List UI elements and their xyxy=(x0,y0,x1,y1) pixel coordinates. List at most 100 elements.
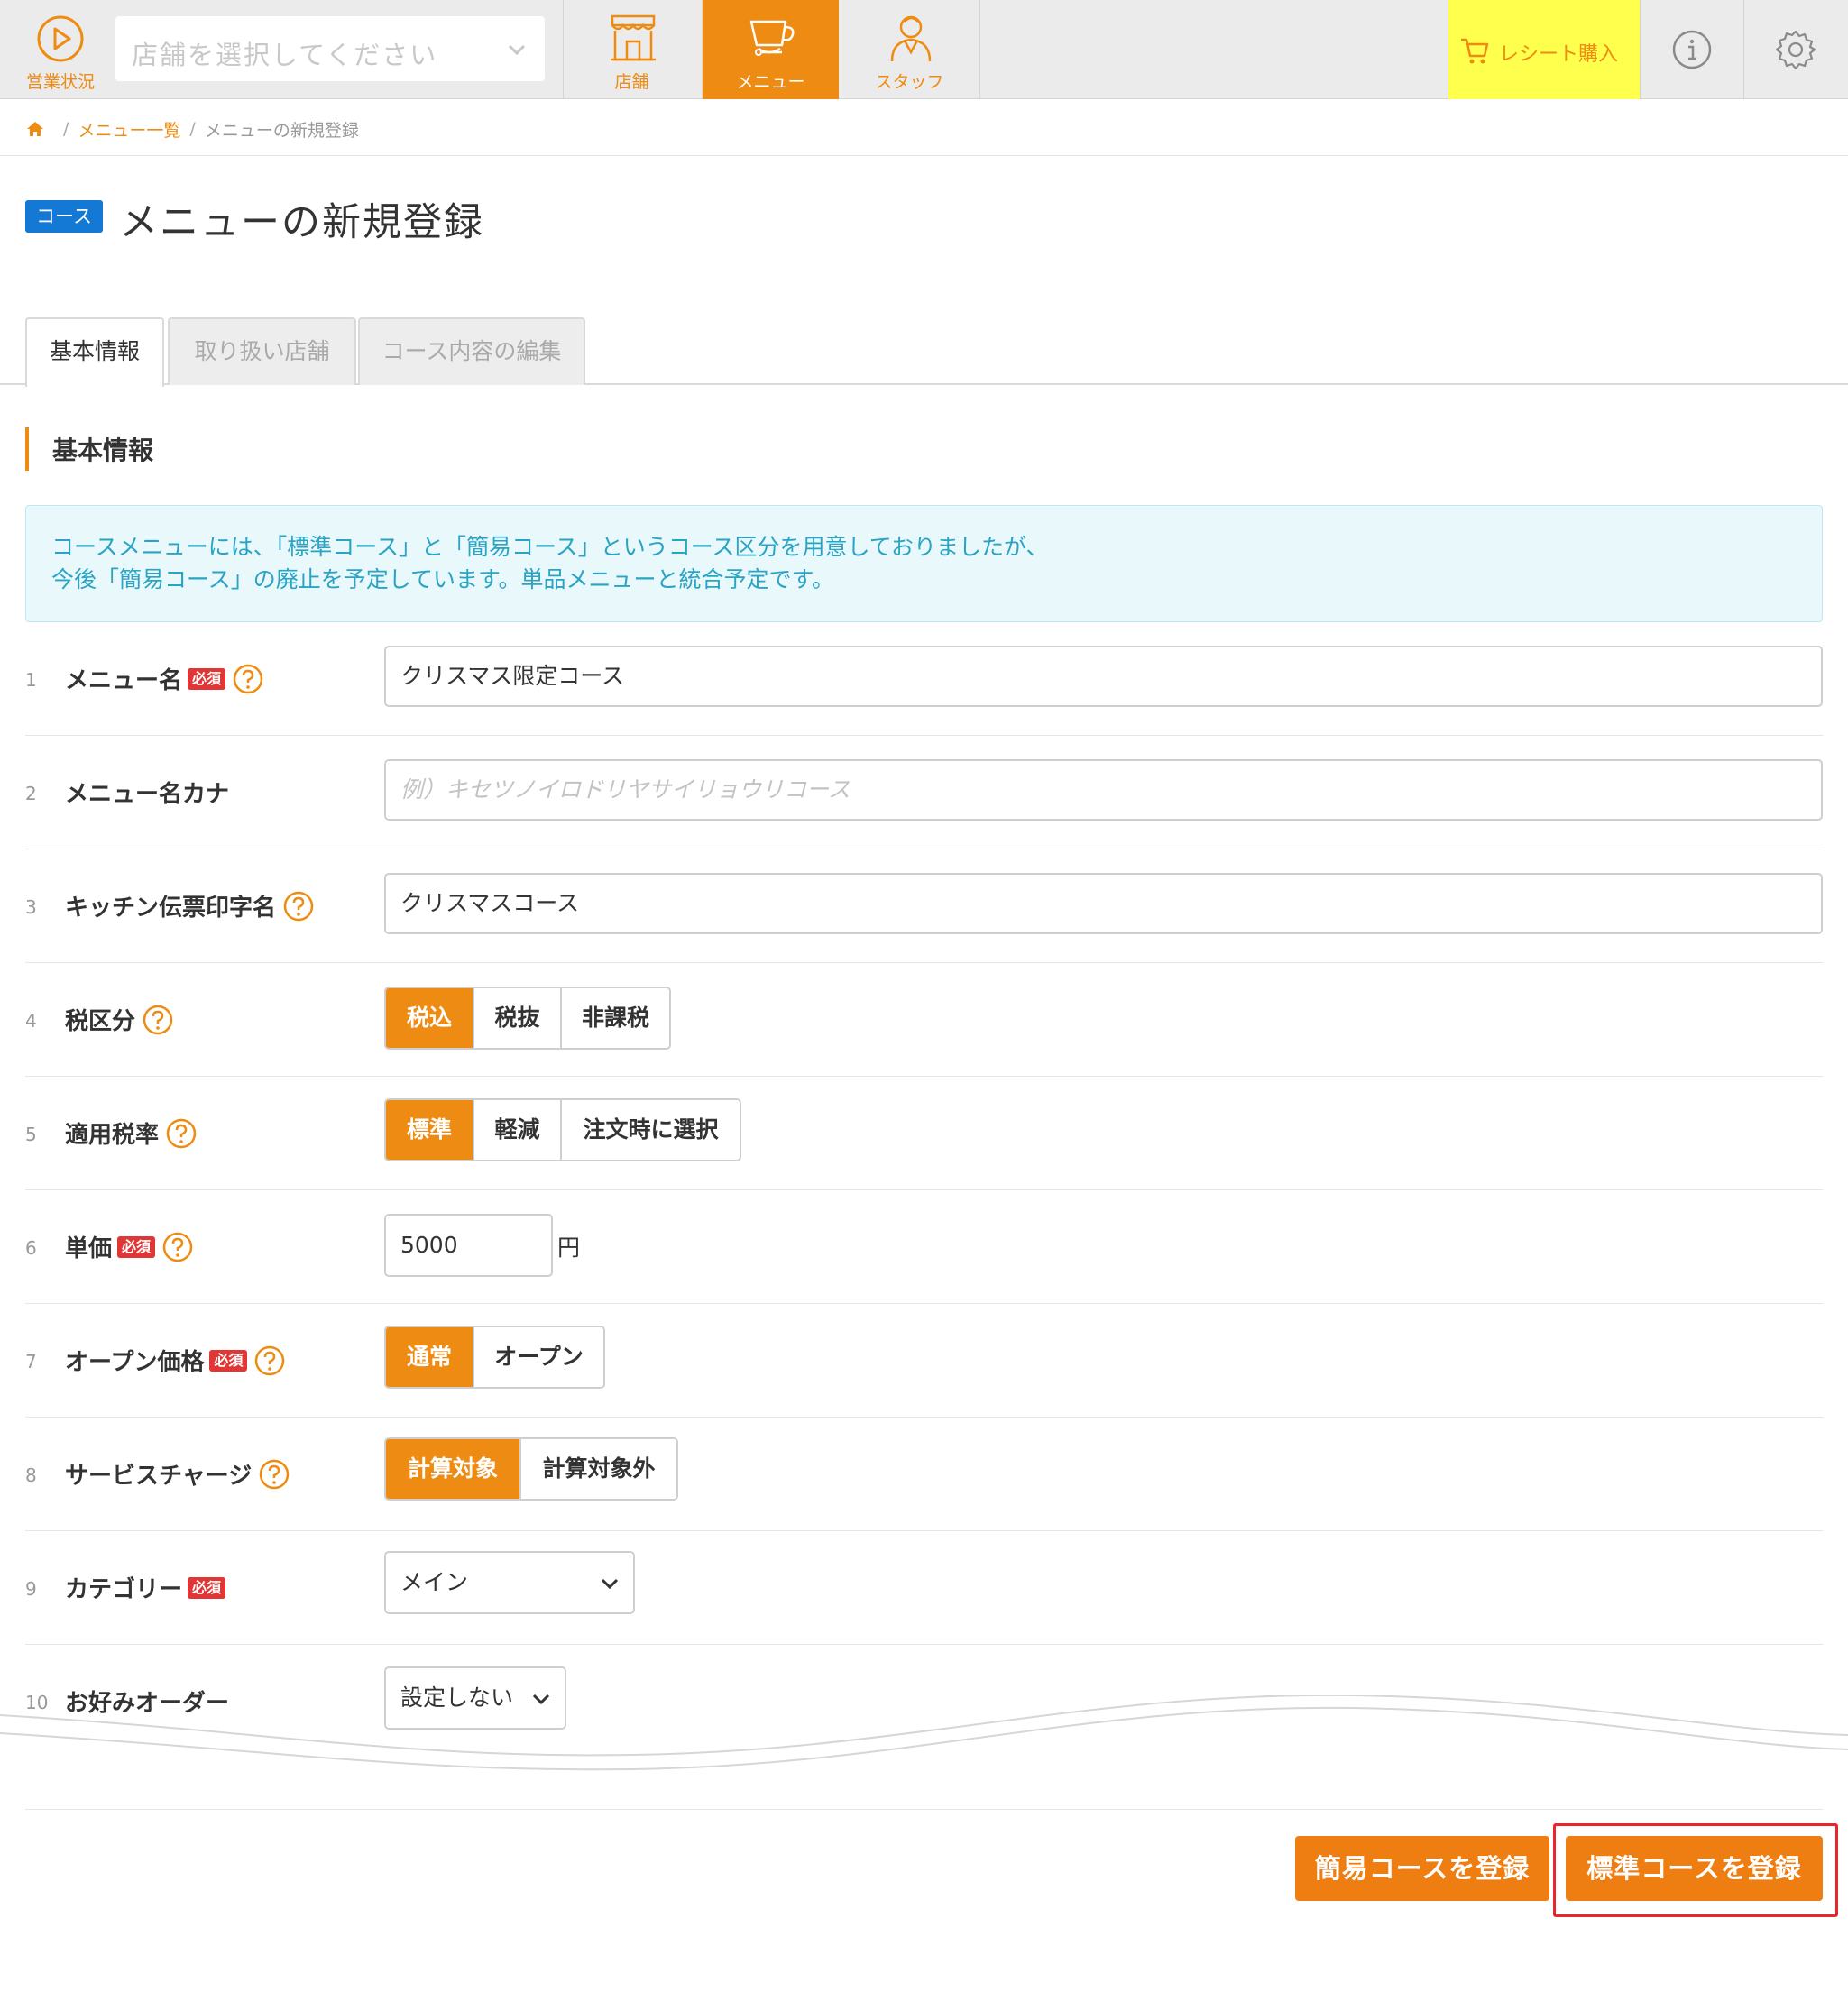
business-status-label: 営業状況 xyxy=(25,72,95,92)
form-row-open-price: 7 オープン価格 必須 通常 オープン xyxy=(25,1304,1823,1418)
staff-icon xyxy=(890,15,932,62)
row-number: 3 xyxy=(25,896,37,918)
help-icon[interactable] xyxy=(233,664,263,694)
row-number: 6 xyxy=(25,1237,37,1259)
form-row-tax-rate: 5 適用税率 標準 軽減 注文時に選択 xyxy=(25,1077,1823,1190)
cup-icon xyxy=(749,20,795,56)
tax-type-segment: 税込 税抜 非課税 xyxy=(384,987,671,1050)
row-number: 7 xyxy=(25,1351,37,1372)
notice-line: コースメニューには、「標準コース」と「簡易コース」というコース区分を用意しており… xyxy=(51,534,1049,560)
receipt-purchase-button[interactable]: レシート購入 xyxy=(1448,0,1640,99)
highlight-box xyxy=(1553,1823,1838,1917)
service-charge-option-excluded[interactable]: 計算対象外 xyxy=(519,1439,676,1499)
open-price-option-normal[interactable]: 通常 xyxy=(386,1327,473,1387)
row-label: 単価 必須 xyxy=(65,1230,193,1263)
section-accent-bar xyxy=(25,427,29,471)
page-title: メニューの新規登録 xyxy=(119,200,484,245)
row-label: サービスチャージ xyxy=(65,1457,290,1491)
help-icon[interactable] xyxy=(166,1118,197,1149)
chevron-down-icon xyxy=(601,1578,619,1590)
nav-tab-menu[interactable]: メニュー xyxy=(702,0,839,99)
service-charge-option-included[interactable]: 計算対象 xyxy=(386,1439,519,1499)
breadcrumb-divider xyxy=(0,155,1848,156)
help-icon[interactable] xyxy=(143,1005,173,1035)
nav-divider xyxy=(979,0,980,99)
row-number: 2 xyxy=(25,783,37,804)
category-select[interactable]: メイン xyxy=(384,1551,635,1614)
form-row-kitchen-name: 3 キッチン伝票印字名 クリスマスコース xyxy=(25,849,1823,963)
row-label: メニュー名カナ xyxy=(65,776,229,809)
receipt-purchase-label: レシート購入 xyxy=(1499,43,1619,66)
business-status-button[interactable]: 営業状況 xyxy=(0,0,114,99)
menu-name-label: メニュー名 xyxy=(65,667,183,694)
required-badge: 必須 xyxy=(188,667,226,690)
truncation-wave xyxy=(0,1695,1848,1785)
course-badge: コース xyxy=(25,200,103,233)
menu-kana-input[interactable]: 例）キセツノイロドリヤサイリョウリコース xyxy=(384,759,1823,821)
home-icon[interactable] xyxy=(25,119,45,139)
breadcrumb-menu-list[interactable]: メニュー一覧 xyxy=(78,117,180,142)
tax-rate-segment: 標準 軽減 注文時に選択 xyxy=(384,1098,741,1161)
row-label: カテゴリー 必須 xyxy=(65,1571,226,1604)
breadcrumb-separator: / xyxy=(63,119,69,139)
form-row-tax-type: 4 税区分 税込 税抜 非課税 xyxy=(25,963,1823,1077)
category-label: カテゴリー xyxy=(65,1576,183,1603)
tax-rate-option-reduced[interactable]: 軽減 xyxy=(473,1100,560,1160)
row-number: 5 xyxy=(25,1124,37,1145)
info-button[interactable] xyxy=(1640,0,1743,99)
tax-rate-label: 適用税率 xyxy=(65,1122,160,1149)
tax-type-option-exempt[interactable]: 非課税 xyxy=(560,988,669,1048)
unit-price-input[interactable]: 5000 xyxy=(384,1214,553,1277)
nav-tab-store[interactable]: 店舗 xyxy=(563,0,700,99)
form-row-service-charge: 8 サービスチャージ 計算対象 計算対象外 xyxy=(25,1418,1823,1531)
tax-type-option-excluded[interactable]: 税抜 xyxy=(473,988,560,1048)
chevron-down-icon xyxy=(508,44,526,56)
row-label: 税区分 xyxy=(65,1003,173,1036)
tax-rate-option-standard[interactable]: 標準 xyxy=(386,1100,473,1160)
unit-price-label: 単価 xyxy=(65,1235,113,1262)
open-price-segment: 通常 オープン xyxy=(384,1326,605,1389)
help-icon[interactable] xyxy=(259,1459,290,1490)
form-row-unit-price: 6 単価 必須 5000 円 xyxy=(25,1190,1823,1304)
tax-rate-option-select-at-order[interactable]: 注文時に選択 xyxy=(560,1100,740,1160)
tab-stores[interactable]: 取り扱い店舗 xyxy=(168,317,356,385)
top-navigation: 営業状況 店舗を選択してください 店舗 メニュー スタッフ レシート購入 xyxy=(0,0,1848,99)
shop-select[interactable]: 店舗を選択してください xyxy=(115,16,545,81)
info-icon xyxy=(1672,30,1712,69)
row-number: 8 xyxy=(25,1464,37,1486)
row-label: キッチン伝票印字名 xyxy=(65,889,314,923)
shop-select-placeholder: 店舗を選択してください xyxy=(132,40,438,70)
nav-tab-staff[interactable]: スタッフ xyxy=(841,0,978,99)
open-price-option-open[interactable]: オープン xyxy=(473,1327,603,1387)
help-icon[interactable] xyxy=(283,891,314,922)
nav-tab-menu-label: メニュー xyxy=(736,72,805,92)
register-simple-course-button[interactable]: 簡易コースを登録 xyxy=(1295,1836,1549,1901)
service-charge-segment: 計算対象 計算対象外 xyxy=(384,1437,678,1501)
settings-button[interactable] xyxy=(1743,0,1847,99)
help-icon[interactable] xyxy=(254,1345,285,1376)
row-label: オープン価格 必須 xyxy=(65,1344,285,1377)
breadcrumb-separator: / xyxy=(189,119,196,139)
menu-name-input[interactable]: クリスマス限定コース xyxy=(384,646,1823,707)
required-badge: 必須 xyxy=(209,1349,248,1372)
notice-box: コースメニューには、「標準コース」と「簡易コース」というコース区分を用意しており… xyxy=(25,505,1823,622)
play-circle-icon xyxy=(37,15,84,62)
open-price-label: オープン価格 xyxy=(65,1349,205,1376)
row-label: 適用税率 xyxy=(65,1116,197,1150)
kitchen-name-label: キッチン伝票印字名 xyxy=(65,895,277,922)
section-title: 基本情報 xyxy=(52,436,154,465)
help-icon[interactable] xyxy=(162,1232,193,1262)
form-bottom-divider xyxy=(25,1809,1823,1810)
tax-type-option-included[interactable]: 税込 xyxy=(386,988,473,1048)
menu-kana-label: メニュー名カナ xyxy=(65,781,230,808)
gear-icon xyxy=(1775,30,1816,70)
kitchen-name-input[interactable]: クリスマスコース xyxy=(384,873,1823,934)
tab-basic-info[interactable]: 基本情報 xyxy=(25,317,164,387)
row-number: 1 xyxy=(25,669,37,691)
row-number: 4 xyxy=(25,1010,37,1032)
required-badge: 必須 xyxy=(117,1235,156,1258)
row-number: 9 xyxy=(25,1578,37,1600)
store-icon xyxy=(611,14,656,61)
tab-course-content[interactable]: コース内容の編集 xyxy=(358,317,585,385)
nav-tab-staff-label: スタッフ xyxy=(875,72,944,92)
